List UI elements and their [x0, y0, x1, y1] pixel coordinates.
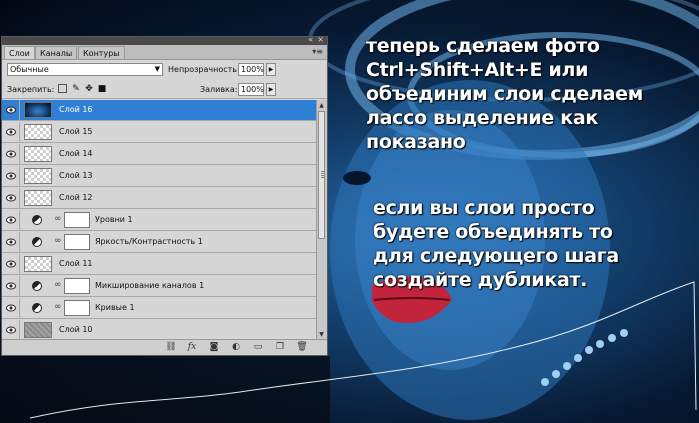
- layer-thumbnail[interactable]: [24, 102, 52, 118]
- adjustment-layer-icon: [32, 237, 42, 247]
- layer-name: Слой 16: [59, 105, 93, 114]
- add-mask-icon[interactable]: ◙: [208, 342, 220, 353]
- visibility-eye-icon[interactable]: [2, 210, 20, 230]
- tab-channels[interactable]: Каналы: [35, 46, 78, 59]
- layer-name: Слой 12: [59, 193, 93, 202]
- layer-name: Слой 11: [59, 259, 93, 268]
- new-layer-icon[interactable]: ❐: [274, 342, 286, 353]
- layer-name: Микширование каналов 1: [95, 281, 205, 290]
- layer-thumbnail[interactable]: [24, 168, 52, 184]
- layer-name: Кривые 1: [95, 303, 135, 312]
- lock-all-icon[interactable]: ■: [97, 84, 107, 94]
- panel-footer: ⛓ fx ◙ ◐ ▭ ❐ 🗑: [2, 339, 327, 355]
- blend-mode-select[interactable]: Обычные ▼: [7, 63, 163, 76]
- layer-mask-thumbnail[interactable]: [64, 278, 90, 294]
- layer-row[interactable]: ∞ Уровни 1: [2, 210, 316, 231]
- layer-thumbnail[interactable]: [24, 146, 52, 162]
- layer-name: Уровни 1: [95, 215, 133, 224]
- lock-transparency-icon[interactable]: [58, 84, 67, 93]
- layers-panel: « × Слои Каналы Контуры ▾≡ Обычные ▼ Неп…: [1, 35, 328, 356]
- layer-row[interactable]: Слой 14: [2, 144, 316, 165]
- layer-thumbnail[interactable]: [24, 256, 52, 272]
- layer-mask-thumbnail[interactable]: [64, 234, 90, 250]
- layer-row[interactable]: Слой 15: [2, 122, 316, 143]
- trash-icon[interactable]: 🗑: [296, 342, 308, 353]
- opacity-input[interactable]: 100%: [238, 63, 264, 76]
- layer-name: Слой 15: [59, 127, 93, 136]
- layer-row[interactable]: ∞ Яркость/Контрастность 1: [2, 232, 316, 253]
- layer-row[interactable]: Слой 10: [2, 320, 316, 340]
- lock-position-icon[interactable]: ✥: [84, 84, 94, 94]
- chevron-down-icon: ▼: [154, 65, 160, 73]
- instruction-text-2: если вы слои просто будете объединять то…: [373, 197, 619, 291]
- visibility-eye-icon[interactable]: [2, 144, 20, 164]
- collapse-icon[interactable]: «: [308, 35, 313, 45]
- lock-pixels-icon[interactable]: ✎: [71, 84, 81, 94]
- layer-row[interactable]: ∞ Кривые 1: [2, 298, 316, 319]
- link-icon[interactable]: ⛓: [165, 342, 177, 353]
- visibility-eye-icon[interactable]: [2, 100, 20, 120]
- panel-menu-icon[interactable]: ▾≡: [312, 45, 323, 58]
- scroll-down-icon[interactable]: ▼: [318, 330, 325, 339]
- adjustment-icon[interactable]: ◐: [230, 342, 242, 353]
- layer-row[interactable]: ∞ Микширование каналов 1: [2, 276, 316, 297]
- layer-name: Слой 14: [59, 149, 93, 158]
- lock-label: Закрепить:: [7, 85, 55, 94]
- layer-row[interactable]: Слой 11: [2, 254, 316, 275]
- opacity-slider-button[interactable]: ▶: [266, 63, 276, 76]
- fill-input[interactable]: 100%: [238, 83, 264, 96]
- visibility-eye-icon[interactable]: [2, 320, 20, 340]
- adjustment-layer-icon: [32, 303, 42, 313]
- tab-paths[interactable]: Контуры: [78, 46, 125, 59]
- panel-titlebar[interactable]: « ×: [2, 35, 327, 45]
- mask-link-icon[interactable]: ∞: [54, 280, 62, 290]
- scroll-thumb[interactable]: [318, 111, 325, 239]
- fx-icon[interactable]: fx: [186, 342, 198, 353]
- blend-row: Обычные ▼ Непрозрачность: 100% ▶: [2, 59, 327, 79]
- panel-tabs: Слои Каналы Контуры ▾≡: [2, 45, 327, 60]
- visibility-eye-icon[interactable]: [2, 276, 20, 296]
- layer-row[interactable]: Слой 13: [2, 166, 316, 187]
- scroll-up-icon[interactable]: ▲: [318, 101, 325, 110]
- visibility-eye-icon[interactable]: [2, 232, 20, 252]
- layer-row[interactable]: Слой 16: [2, 100, 316, 121]
- lock-row: Закрепить: ✎ ✥ ■ Заливка: 100% ▶: [2, 81, 327, 99]
- layer-mask-thumbnail[interactable]: [64, 212, 90, 228]
- fill-slider-button[interactable]: ▶: [266, 83, 276, 96]
- mask-link-icon[interactable]: ∞: [54, 214, 62, 224]
- visibility-eye-icon[interactable]: [2, 166, 20, 186]
- layers-scrollbar[interactable]: ▲ ▼: [316, 100, 327, 340]
- mask-link-icon[interactable]: ∞: [54, 236, 62, 246]
- layers-list: Слой 16 Слой 15 Слой 14 Слой 13 Слой 12 ∞ Уров…: [2, 100, 316, 340]
- layer-thumbnail[interactable]: [24, 322, 52, 338]
- opacity-label: Непрозрачность:: [168, 65, 240, 74]
- close-icon[interactable]: ×: [317, 35, 324, 45]
- fill-label: Заливка:: [200, 85, 238, 94]
- adjustment-layer-icon: [32, 281, 42, 291]
- group-icon[interactable]: ▭: [252, 342, 264, 353]
- blend-mode-value: Обычные: [10, 65, 49, 74]
- layer-name: Слой 10: [59, 325, 93, 334]
- visibility-eye-icon[interactable]: [2, 122, 20, 142]
- layer-thumbnail[interactable]: [24, 190, 52, 206]
- visibility-eye-icon[interactable]: [2, 188, 20, 208]
- visibility-eye-icon[interactable]: [2, 254, 20, 274]
- mask-link-icon[interactable]: ∞: [54, 302, 62, 312]
- adjustment-layer-icon: [32, 215, 42, 225]
- layer-name: Яркость/Контрастность 1: [95, 237, 203, 246]
- layer-name: Слой 13: [59, 171, 93, 180]
- tab-layers[interactable]: Слои: [4, 46, 35, 59]
- visibility-eye-icon[interactable]: [2, 298, 20, 318]
- layer-thumbnail[interactable]: [24, 124, 52, 140]
- instruction-text-1: теперь сделаем фото Ctrl+Shift+Alt+E или…: [366, 35, 643, 153]
- layer-mask-thumbnail[interactable]: [64, 300, 90, 316]
- layer-row[interactable]: Слой 12: [2, 188, 316, 209]
